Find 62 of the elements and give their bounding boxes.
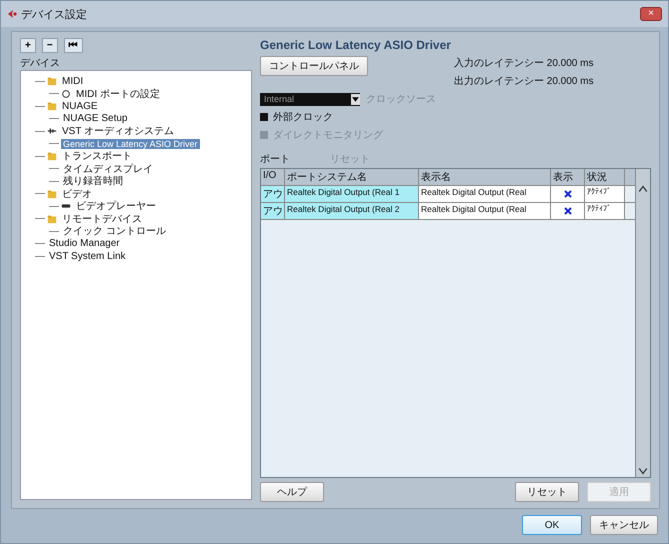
tree-item[interactable]: タイムディスプレイ: [61, 162, 155, 176]
action-button[interactable]: リセット: [515, 482, 579, 502]
tree-heading: デバイス: [20, 57, 61, 70]
dialog-button[interactable]: キャンセル: [590, 515, 658, 535]
tree-item[interactable]: クイック コントロール: [61, 224, 168, 238]
dialog-button[interactable]: OK: [522, 515, 582, 535]
tree-item[interactable]: NUAGE: [60, 100, 100, 112]
tree-item[interactable]: Studio Manager: [47, 238, 122, 250]
folder-icon: [47, 214, 57, 224]
option-label: ダイレクトモニタリング: [273, 129, 383, 142]
table-cell: ｱｸﾃｨﾌﾞ: [585, 203, 625, 219]
ports-label: ポート: [260, 153, 290, 166]
folder-icon: [47, 188, 57, 199]
table-cell: アウ: [261, 186, 285, 202]
port-icon: [61, 88, 71, 99]
table-cell: Realtek Digital Output (Real 1: [285, 186, 419, 202]
app-logo-icon: [7, 9, 17, 19]
show-checkbox[interactable]: [564, 190, 572, 198]
folder-icon: [47, 151, 57, 162]
toolbar-button[interactable]: ⏮: [64, 38, 83, 53]
table-cell: アウ: [261, 203, 285, 219]
tree-item[interactable]: NUAGE Setup: [61, 113, 130, 124]
scroll-up-icon[interactable]: [637, 184, 649, 194]
tree-item[interactable]: VST オーディオシステム: [60, 124, 176, 138]
toolbar-button[interactable]: +: [20, 38, 36, 53]
close-button[interactable]: ×: [640, 7, 662, 21]
tree-item[interactable]: Generic Low Latency ASIO Driver: [61, 138, 200, 149]
show-checkbox[interactable]: [564, 207, 572, 215]
tree-item[interactable]: ビデオ: [60, 186, 94, 201]
column-header[interactable]: 表示: [551, 169, 585, 185]
tree-item[interactable]: MIDI: [60, 76, 86, 87]
tree-item[interactable]: VST System Link: [47, 250, 128, 262]
table-cell: Realtek Digital Output (Real: [419, 186, 551, 202]
column-header[interactable]: I/O: [261, 169, 285, 185]
column-header[interactable]: 状況: [585, 169, 625, 185]
output-latency: 出力のレイテンシー 20.000 ms: [454, 74, 594, 88]
tree-item[interactable]: 残り録音時間: [61, 174, 125, 188]
folder-icon: [47, 76, 57, 86]
scroll-down-icon[interactable]: [637, 466, 649, 476]
column-header[interactable]: 表示名: [419, 169, 551, 185]
table-cell: Realtek Digital Output (Real 2: [285, 203, 419, 219]
dropdown-arrow-icon: [351, 94, 360, 104]
tree-item[interactable]: トランスポート: [60, 149, 134, 164]
table-cell: ｱｸﾃｨﾌﾞ: [585, 186, 625, 202]
tree-item[interactable]: ビデオプレーヤー: [74, 199, 158, 214]
toolbar-button[interactable]: −: [42, 38, 58, 53]
clock-source-label: クロックソース: [366, 93, 436, 106]
column-header[interactable]: ポートシステム名: [285, 169, 419, 185]
action-button[interactable]: ヘルプ: [260, 482, 324, 502]
folder-icon: [47, 101, 57, 112]
window-title: デバイス設定: [21, 8, 88, 22]
plug-icon: [47, 126, 57, 136]
tree-item[interactable]: MIDI ポートの設定: [74, 86, 162, 101]
table-cell: Realtek Digital Output (Real: [419, 203, 551, 219]
control-panel-button[interactable]: コントロールパネル: [260, 56, 368, 76]
input-latency: 入力のレイテンシー 20.000 ms: [454, 56, 594, 70]
tree-item[interactable]: リモートデバイス: [60, 212, 144, 226]
driver-title: Generic Low Latency ASIO Driver: [260, 38, 452, 52]
scrollbar[interactable]: [635, 169, 650, 477]
option-label: 外部クロック: [273, 110, 333, 124]
clock-source-dropdown[interactable]: Internal: [260, 92, 360, 106]
checkbox[interactable]: [260, 113, 268, 121]
